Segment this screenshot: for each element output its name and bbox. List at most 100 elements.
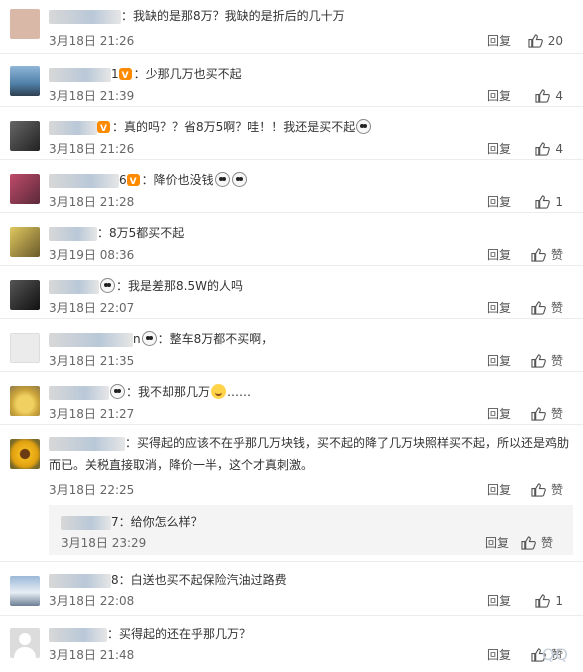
avatar[interactable] (10, 333, 40, 363)
like-button[interactable]: 赞 (521, 535, 553, 551)
reply-button[interactable]: 回复 (485, 535, 509, 551)
reply-button[interactable]: 回复 (487, 88, 511, 104)
comment-meta: 3月19日 08:36 回复 赞 (49, 247, 573, 263)
comment-text: ：8万5都买不起 (97, 226, 185, 240)
avatar[interactable] (10, 227, 40, 257)
like-button[interactable]: 4 (535, 88, 563, 104)
username[interactable] (49, 226, 97, 241)
emoji-icon (100, 278, 115, 293)
reply-button[interactable]: 回复 (487, 300, 511, 316)
comment-body: 1 ：少那几万也买不起 (49, 64, 573, 86)
avatar[interactable] (10, 576, 40, 606)
avatar[interactable] (10, 66, 40, 96)
like-button[interactable]: 赞 (531, 300, 563, 316)
username[interactable] (49, 436, 125, 451)
username[interactable] (49, 9, 121, 24)
comment-list: ：我缺的是那8万？我缺的是折后的几十万 3月18日 21:26 回复 20 1 ：… (0, 0, 583, 672)
like-count: 1 (555, 195, 563, 209)
comment-text: ：少那几万也买不起 (133, 67, 242, 81)
avatar[interactable] (10, 174, 40, 204)
comment-body: ：我缺的是那8万？我缺的是折后的几十万 (49, 6, 573, 26)
username[interactable] (49, 385, 109, 400)
comment-body: ：买得起的应该不在乎那几万块钱，买不起的降了几万块照样买不起，所以还是鸡肋而已。… (49, 432, 573, 476)
username-tail: 6 (119, 173, 127, 187)
timestamp: 3月19日 08:36 (49, 248, 135, 262)
comment-item: 6 ：降价也没钱 3月18日 21:28 回复 1 (0, 160, 583, 213)
comment-body: ：我是差那8.5W的人吗 (49, 276, 573, 296)
reply-button[interactable]: 回复 (487, 406, 511, 422)
comment-item: ：8万5都买不起 3月19日 08:36 回复 赞 (0, 213, 583, 266)
reply-button[interactable]: 回复 (487, 353, 511, 369)
comment-body: ：我不却那几万…… (49, 382, 573, 402)
avatar[interactable] (10, 439, 40, 469)
comment-body: ：8万5都买不起 (49, 223, 573, 243)
comment-body: n ：整车8万都不买啊， (49, 329, 573, 349)
avatar[interactable] (10, 386, 40, 416)
like-button[interactable]: 4 (535, 141, 563, 157)
timestamp: 3月18日 23:29 (61, 536, 147, 550)
comment-text: ：整车8万都不买啊， (157, 332, 274, 346)
comment-meta: 3月18日 22:25 回复 赞 (49, 482, 573, 498)
thumbs-up-icon (528, 34, 543, 48)
reply-button[interactable]: 回复 (487, 33, 511, 49)
like-button[interactable]: 赞 (531, 406, 563, 422)
username[interactable] (49, 67, 111, 82)
reply-button[interactable]: 回复 (487, 593, 511, 609)
like-button[interactable]: 赞 (531, 482, 563, 498)
username[interactable] (49, 173, 119, 188)
thumbs-up-icon (535, 594, 551, 608)
username[interactable] (49, 279, 99, 294)
thumbs-up-icon (535, 195, 551, 209)
username[interactable] (61, 515, 111, 530)
thumbs-up-icon (535, 89, 551, 103)
emoji-icon (231, 172, 247, 187)
sub-reply-text: ：给你怎么样？ (118, 515, 203, 529)
timestamp: 3月18日 22:07 (49, 301, 135, 315)
avatar[interactable] (10, 9, 40, 39)
username[interactable] (49, 627, 107, 642)
thumbs-up-icon (535, 142, 551, 156)
comment-meta: 3月18日 21:28 回复 1 (49, 194, 573, 210)
reply-button[interactable]: 回复 (487, 141, 511, 157)
vip-badge-icon (97, 119, 110, 139)
timestamp: 3月18日 21:26 (49, 142, 135, 156)
comment-meta: 3月18日 21:26 回复 4 (49, 141, 573, 157)
like-button[interactable]: 1 (535, 593, 563, 609)
comment-text: ：买得起的应该不在乎那几万块钱，买不起的降了几万块照样买不起，所以还是鸡肋而已。… (49, 436, 570, 472)
watermark: QQ (541, 645, 569, 664)
username-tail: 1 (111, 67, 119, 81)
reply-button[interactable]: 回复 (487, 247, 511, 263)
like-count: 20 (547, 34, 563, 48)
comment-text: ：真的吗？？省8万5啊？哇！！我还是买不起 (112, 120, 356, 134)
username[interactable] (49, 573, 111, 588)
thumbs-up-icon (531, 483, 546, 497)
emoji-icon (356, 119, 372, 134)
like-button[interactable]: 赞 (531, 353, 563, 369)
like-button[interactable]: 20 (528, 33, 563, 49)
emoji-icon (214, 172, 230, 187)
username-tail: 8 (111, 573, 119, 587)
avatar[interactable] (10, 628, 40, 658)
comment-text: ：白送也买不起保险汽油过路费 (118, 573, 287, 587)
comment-meta: 3月18日 21:39 回复 4 (49, 88, 573, 104)
sub-reply: 7：给你怎么样？ 3月18日 23:29 回复 赞 (49, 505, 573, 555)
username[interactable] (49, 332, 133, 347)
reply-button[interactable]: 回复 (487, 482, 511, 498)
timestamp: 3月18日 21:35 (49, 354, 135, 368)
like-button[interactable]: 1 (535, 194, 563, 210)
like-count: 4 (555, 89, 563, 103)
comment-item: n ：整车8万都不买啊， 3月18日 21:35 回复 赞 (0, 319, 583, 372)
sub-reply-meta: 3月18日 23:29 回复 赞 (61, 535, 563, 551)
like-button[interactable]: 赞 (531, 247, 563, 263)
avatar[interactable] (10, 121, 40, 151)
avatar[interactable] (10, 280, 40, 310)
comment-text: ：我是差那8.5W的人吗 (116, 279, 243, 293)
reply-button[interactable]: 回复 (487, 194, 511, 210)
timestamp: 3月18日 21:48 (49, 648, 135, 662)
comment-item: ：真的吗？？省8万5啊？哇！！我还是买不起 3月18日 21:26 回复 4 (0, 107, 583, 160)
like-count: 赞 (550, 483, 563, 497)
username[interactable] (49, 120, 97, 135)
comment-item: 1 ：少那几万也买不起 3月18日 21:39 回复 4 (0, 54, 583, 107)
reply-button[interactable]: 回复 (487, 647, 511, 663)
emoji-icon (110, 384, 125, 399)
